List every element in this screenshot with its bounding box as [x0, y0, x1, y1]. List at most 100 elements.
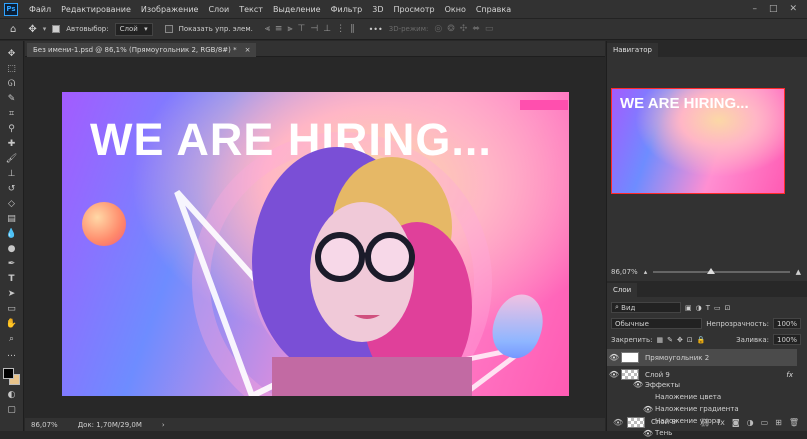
menu-file[interactable]: Файл — [24, 5, 56, 14]
menu-image[interactable]: Изображение — [136, 5, 204, 14]
menu-window[interactable]: Окно — [440, 5, 471, 14]
menu-help[interactable]: Справка — [471, 5, 516, 14]
filter-smart-icon[interactable]: ⊡ — [725, 304, 731, 312]
close-tab-icon[interactable]: × — [245, 46, 251, 54]
lock-transparent-icon[interactable]: ▦ — [656, 336, 663, 344]
filter-adjust-icon[interactable]: ◑ — [696, 304, 702, 312]
lock-pixels-icon[interactable]: ✎ — [667, 336, 673, 344]
pan-icon[interactable]: ✣ — [460, 24, 468, 34]
tab-navigator[interactable]: Навигатор — [607, 43, 658, 57]
lock-position-icon[interactable]: ✥ — [677, 336, 683, 344]
menu-view[interactable]: Просмотр — [389, 5, 440, 14]
align-middle-icon[interactable]: ⊣ — [310, 24, 318, 34]
layer-filter-select[interactable]: ⌕ Вид — [611, 302, 681, 313]
path-select-tool-icon[interactable]: ➤ — [4, 287, 20, 300]
fill-field[interactable]: 100% — [772, 334, 801, 345]
opacity-field[interactable]: 100% — [772, 318, 801, 329]
blur-tool-icon[interactable]: 💧 — [4, 227, 20, 240]
quick-select-tool-icon[interactable]: ✎ — [4, 92, 20, 105]
shape-tool-icon[interactable]: ▭ — [4, 302, 20, 315]
trash-icon[interactable]: 🗑 — [789, 418, 799, 427]
menu-select[interactable]: Выделение — [268, 5, 326, 14]
filter-shape-icon[interactable]: ▭ — [714, 304, 721, 312]
align-center-icon[interactable]: ≡ — [275, 24, 283, 34]
lasso-tool-icon[interactable]: ᘏ — [4, 77, 20, 90]
menu-edit[interactable]: Редактирование — [56, 5, 136, 14]
distribute-icon[interactable]: ⋮ — [336, 24, 345, 34]
home-icon[interactable]: ⌂ — [10, 24, 16, 35]
align-top-icon[interactable]: ⊤ — [298, 24, 306, 34]
autoselect-select[interactable]: Слой ▾ — [114, 22, 153, 36]
show-controls-checkbox[interactable] — [164, 25, 173, 33]
eye-icon[interactable]: 👁 — [607, 353, 621, 362]
zoom-tool-icon[interactable]: ⌕ — [4, 332, 20, 345]
adjustment-icon[interactable]: ◑ — [747, 418, 754, 427]
canvas-area[interactable]: WE ARE HIRING... — [25, 57, 605, 418]
layer-8-eye-icon[interactable]: 👁 — [607, 418, 623, 427]
fx-icon[interactable]: fx — [717, 418, 725, 427]
move-tool-icon[interactable]: ✥ — [4, 47, 20, 60]
more-options-icon[interactable]: ••• — [369, 25, 383, 34]
blend-mode-select[interactable]: Обычные — [611, 318, 703, 329]
lock-all-icon[interactable]: 🔒 — [697, 336, 706, 344]
history-brush-tool-icon[interactable]: ↺ — [4, 182, 20, 195]
pen-tool-icon[interactable]: ✒ — [4, 257, 20, 270]
slide-icon[interactable]: ⬌ — [472, 24, 480, 34]
tab-layers[interactable]: Слои — [607, 283, 638, 297]
eraser-tool-icon[interactable]: ◇ — [4, 197, 20, 210]
marquee-tool-icon[interactable]: ⬚ — [4, 62, 20, 75]
align-left-icon[interactable]: ⫷ — [265, 24, 270, 34]
document-tab[interactable]: Без имени-1.psd @ 86,1% (Прямоугольник 2… — [27, 43, 257, 57]
align-right-icon[interactable]: ⫸ — [287, 24, 292, 34]
eye-icon[interactable]: 👁 — [641, 405, 655, 414]
gradient-tool-icon[interactable]: ▤ — [4, 212, 20, 225]
dodge-tool-icon[interactable]: ● — [4, 242, 20, 255]
video-camera-icon[interactable]: ▭ — [485, 24, 494, 34]
status-zoom[interactable]: 86,07% — [31, 421, 58, 429]
eyedropper-tool-icon[interactable]: ⚲ — [4, 122, 20, 135]
close-icon[interactable]: ✕ — [789, 4, 797, 14]
navigator-zoom-slider[interactable] — [653, 268, 790, 274]
orbit-icon[interactable]: ◎ — [434, 24, 442, 34]
more-tools-icon[interactable]: … — [4, 347, 20, 360]
link-icon[interactable]: ⛓ — [700, 418, 710, 427]
roll-icon[interactable]: ❂ — [447, 24, 455, 34]
foreground-color-swatch[interactable] — [2, 368, 14, 379]
color-swatches[interactable] — [2, 368, 21, 386]
maximize-icon[interactable]: □ — [769, 4, 778, 14]
filter-type-icon[interactable]: T — [706, 304, 710, 312]
zoom-out-icon[interactable]: ▴ — [644, 268, 648, 276]
healing-tool-icon[interactable]: ✚ — [4, 137, 20, 150]
menu-type[interactable]: Текст — [234, 5, 268, 14]
chevron-down-icon[interactable]: ▾ — [43, 25, 47, 33]
effects-row[interactable]: 👁 Эффекты — [607, 378, 797, 391]
navigator-slider-thumb[interactable] — [706, 268, 715, 274]
quick-mask-icon[interactable]: ◐ — [4, 388, 20, 401]
distribute-h-icon[interactable]: ∥ — [350, 24, 355, 34]
new-layer-icon[interactable]: ⊞ — [775, 418, 782, 427]
navigator-thumbnail[interactable]: WE ARE HIRING... — [611, 88, 785, 194]
crop-tool-icon[interactable]: ⌗ — [4, 107, 20, 120]
minimize-icon[interactable]: – — [752, 4, 757, 14]
lock-artboard-icon[interactable]: ⊡ — [687, 336, 693, 344]
folder-icon[interactable]: ▭ — [761, 418, 769, 427]
effect-row-color-overlay[interactable]: Наложение цвета — [607, 391, 797, 403]
mask-icon[interactable]: ◙ — [732, 418, 740, 427]
hand-tool-icon[interactable]: ✋ — [4, 317, 20, 330]
type-tool-icon[interactable]: T — [4, 272, 20, 285]
move-tool-icon[interactable]: ✥ — [28, 24, 36, 35]
chevron-right-icon[interactable]: › — [162, 421, 165, 429]
menu-layers[interactable]: Слои — [203, 5, 234, 14]
align-bottom-icon[interactable]: ⊥ — [323, 24, 331, 34]
brush-tool-icon[interactable]: 🖌 — [4, 152, 20, 165]
filter-pixel-icon[interactable]: ▣ — [685, 304, 692, 312]
screen-mode-icon[interactable]: ▢ — [4, 403, 20, 416]
eye-icon[interactable]: 👁 — [631, 380, 645, 389]
autoselect-checkbox[interactable] — [52, 25, 61, 33]
menu-3d[interactable]: 3D — [367, 5, 388, 14]
zoom-in-icon[interactable]: ▲ — [796, 268, 801, 276]
navigator-zoom-value[interactable]: 86,07% — [611, 268, 638, 276]
menu-filter[interactable]: Фильтр — [326, 5, 368, 14]
stamp-tool-icon[interactable]: ⊥ — [4, 167, 20, 180]
layer-row-rectangle-2[interactable]: 👁 Прямоугольник 2 — [607, 349, 797, 366]
